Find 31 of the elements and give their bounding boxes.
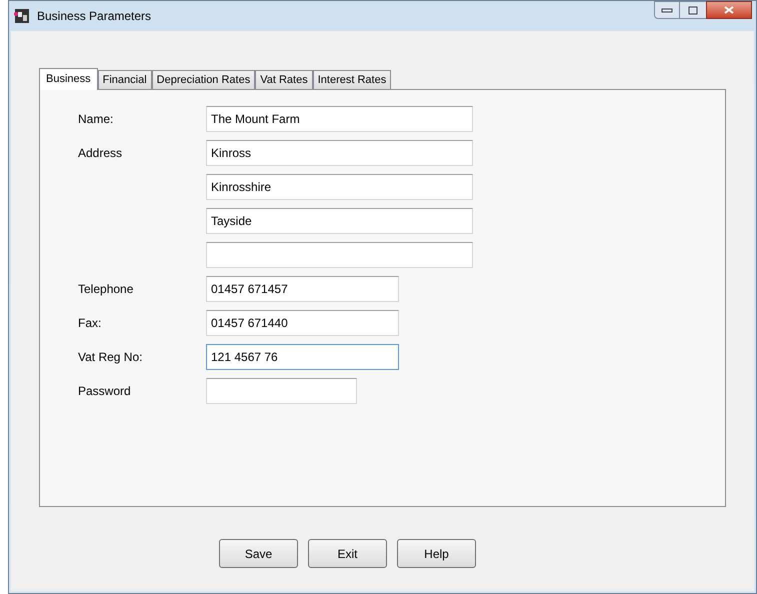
field-label: Vat Reg No: [78, 350, 142, 364]
field-label: Fax: [78, 316, 102, 330]
tab[interactable]: Vat Rates [255, 70, 313, 89]
app-icon [13, 7, 31, 25]
text-field[interactable] [206, 242, 473, 268]
tab[interactable]: Depreciation Rates [152, 70, 256, 89]
window-title: Business Parameters [37, 8, 152, 25]
text-field[interactable]: 01457 671440 [206, 310, 399, 336]
close-icon [724, 6, 734, 14]
tab[interactable]: Business [39, 68, 98, 90]
text-field[interactable]: Kinrosshire [206, 174, 473, 200]
minimize-button[interactable] [654, 1, 680, 19]
tab[interactable]: Financial [98, 70, 152, 89]
dialog-button[interactable]: Exit [308, 539, 387, 568]
text-field[interactable]: The Mount Farm [206, 106, 473, 132]
dialog-button[interactable]: Save [219, 539, 298, 568]
text-field[interactable]: 121 4567 76 [206, 344, 399, 370]
text-field[interactable] [206, 378, 357, 404]
dialog-button[interactable]: Help [397, 539, 476, 568]
field-label: Address [78, 146, 122, 160]
maximize-icon [688, 6, 698, 14]
maximize-button[interactable] [680, 1, 706, 19]
field-label: Password [78, 384, 131, 398]
text-field[interactable]: Tayside [206, 208, 473, 234]
tab[interactable]: Interest Rates [312, 70, 392, 89]
text-field[interactable]: Kinross [206, 140, 473, 166]
minimize-icon [661, 7, 673, 13]
text-field[interactable]: 01457 671457 [206, 276, 399, 302]
field-label: Name: [78, 112, 114, 126]
close-button[interactable] [706, 1, 752, 19]
field-label: Telephone [78, 282, 134, 296]
